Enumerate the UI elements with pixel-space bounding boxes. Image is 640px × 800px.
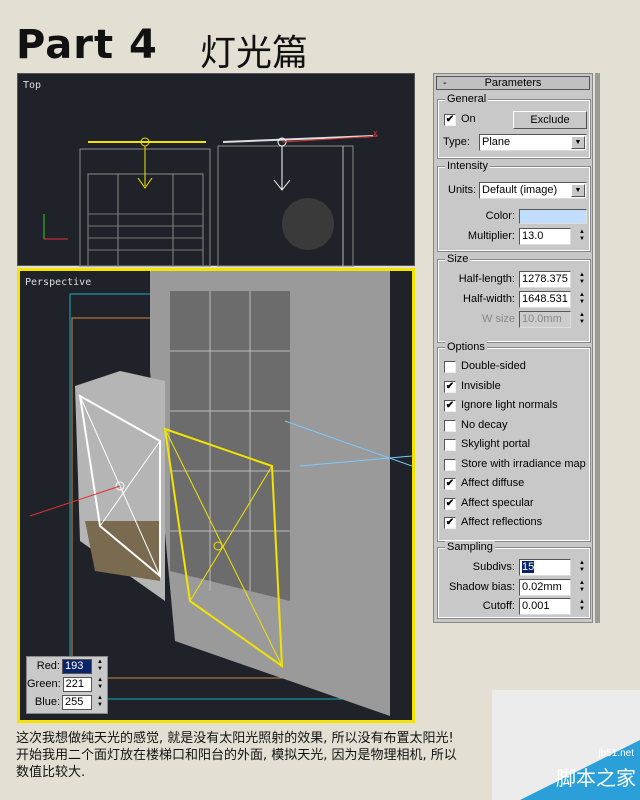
intensity-group: Intensity Units: Default (image) ▼ Color… [438,167,590,251]
cutoff-spinner-icon[interactable]: ▲▼ [577,599,587,613]
option-checkbox[interactable] [444,420,456,432]
option-label: No decay [461,419,507,431]
page-subtitle: 灯光篇 [200,24,308,76]
svg-text:x: x [373,128,378,138]
type-label: Type: [443,136,470,148]
units-dropdown-icon[interactable]: ▼ [571,184,585,197]
top-view-scene: x [18,74,416,267]
option-label: Affect diffuse [461,477,524,489]
exclude-button[interactable]: Exclude [513,111,587,129]
option-label: Double-sided [461,360,526,372]
watermark-name: 脚本之家 [556,762,636,791]
watermark-site: jb51.net [598,748,634,759]
option-checkbox[interactable] [444,439,456,451]
perspective-viewport[interactable]: Perspective [17,268,415,723]
on-label: On [461,113,476,125]
top-viewport[interactable]: x Top [17,73,415,266]
blue-label: Blue: [35,696,60,708]
option-checkbox[interactable]: ✔ [444,517,456,529]
parameters-rollout-header[interactable]: - Parameters [436,76,590,90]
option-label: Ignore light normals [461,399,558,411]
option-label: Invisible [461,380,501,392]
top-viewport-label: Top [23,80,41,91]
w-size-label: W size [439,313,515,325]
multiplier-spinner-icon[interactable]: ▲▼ [577,229,587,243]
shadow-bias-spinner-icon[interactable]: ▲▼ [577,580,587,594]
general-title: General [445,93,488,105]
option-label: Skylight portal [461,438,530,450]
parameters-title: Parameters [485,77,542,89]
cutoff-input[interactable]: 0.001 [519,598,571,615]
color-label: Color: [439,210,515,222]
half-length-spinner-icon[interactable]: ▲▼ [577,272,587,286]
on-checkbox[interactable]: ✔ [444,114,456,126]
option-checkbox[interactable]: ✔ [444,400,456,412]
green-input[interactable]: 221 [63,677,93,692]
perspective-scene [20,271,412,720]
size-title: Size [445,253,470,265]
red-input[interactable]: 193 [62,659,92,674]
subdivs-value: 15 [522,561,534,573]
general-group: General ✔ On Exclude Type: Plane ▼ [438,100,590,158]
type-dropdown-icon[interactable]: ▼ [571,136,585,149]
half-width-input[interactable]: 1648.531 [519,291,571,308]
green-spinner-icon[interactable]: ▲▼ [95,677,105,691]
parameters-panel: - Parameters General ✔ On Exclude Type: P… [433,73,593,623]
red-label: Red: [37,660,60,672]
intensity-title: Intensity [445,160,490,172]
subdivs-label: Subdivs: [439,561,515,573]
subdivs-input[interactable]: 15 [519,559,571,576]
collapse-icon[interactable]: - [443,77,447,89]
half-width-label: Half-width: [439,293,515,305]
panel-scrollbar[interactable] [595,73,600,623]
half-length-input[interactable]: 1278.375 [519,271,571,288]
option-label: Affect reflections [461,516,542,528]
options-group: Options Double-sided✔Invisible✔Ignore li… [438,348,590,541]
option-checkbox[interactable] [444,459,456,471]
option-label: Affect specular [461,497,534,509]
units-label: Units: [448,184,476,196]
subdivs-spinner-icon[interactable]: ▲▼ [577,560,587,574]
page-title: Part 4 [16,22,158,68]
half-length-label: Half-length: [439,273,515,285]
caption-text: 这次我想做纯天光的感觉, 就是没有太阳光照射的效果, 所以没有布置太阳光! 开始… [16,730,466,781]
blue-input[interactable]: 255 [62,695,92,710]
sampling-title: Sampling [445,541,495,553]
color-swatch[interactable] [519,209,587,224]
blue-spinner-icon[interactable]: ▲▼ [95,695,105,709]
red-spinner-icon[interactable]: ▲▼ [95,659,105,673]
shadow-bias-label: Shadow bias: [439,581,515,593]
perspective-viewport-label: Perspective [25,277,91,288]
cutoff-label: Cutoff: [439,600,515,612]
shadow-bias-input[interactable]: 0.02mm [519,579,571,596]
option-checkbox[interactable]: ✔ [444,498,456,510]
green-label: Green: [27,678,61,690]
w-size-spinner-icon: ▲▼ [577,312,587,326]
color-picker-rgb: Red:193▲▼ Green:221▲▼ Blue:255▲▼ [26,656,108,714]
size-group: Size Half-length: 1278.375 ▲▼ Half-width… [438,260,590,342]
sampling-group: Sampling Subdivs: 15 ▲▼ Shadow bias: 0.0… [438,548,590,618]
option-checkbox[interactable]: ✔ [444,381,456,393]
watermark-logo: jb51.net 脚本之家 [492,690,640,800]
multiplier-label: Multiplier: [439,230,515,242]
half-width-spinner-icon[interactable]: ▲▼ [577,292,587,306]
multiplier-input[interactable]: 13.0 [519,228,571,245]
options-title: Options [445,341,487,353]
option-checkbox[interactable]: ✔ [444,478,456,490]
option-checkbox[interactable] [444,361,456,373]
w-size-input: 10.0mm [519,311,571,328]
option-label: Store with irradiance map [461,458,586,470]
